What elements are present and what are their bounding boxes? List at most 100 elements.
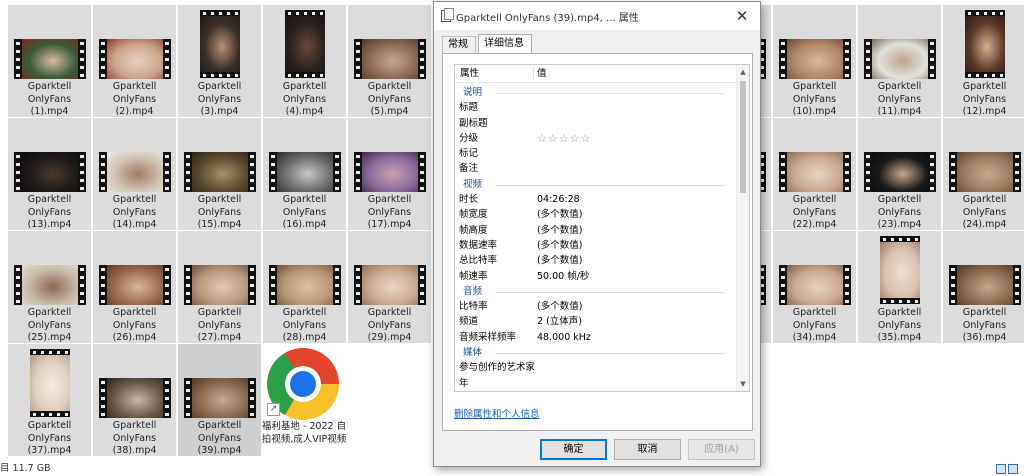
property-list[interactable]: 属性 值 说明标题副标题分级 ☆☆☆☆☆ 标记 备注 视频时长 04:26:28 帧宽度 (多… (454, 64, 750, 392)
file-tile[interactable]: Gparktell OnlyFans (10).mp4 (773, 5, 856, 117)
close-icon[interactable]: ✕ (732, 6, 752, 26)
file-tile[interactable]: Gparktell OnlyFans (26).mp4 (93, 231, 176, 343)
file-name: Gparktell OnlyFans (39).mp4 (197, 420, 242, 456)
property-row[interactable]: 频道 2 (立体声) (455, 314, 737, 329)
file-tile[interactable]: Gparktell OnlyFans (3).mp4 (178, 5, 261, 117)
file-tile[interactable]: Gparktell OnlyFans (22).mp4 (773, 118, 856, 230)
file-name: Gparktell OnlyFans (37).mp4 (27, 420, 72, 456)
ok-button[interactable]: 确定 (540, 439, 607, 460)
file-name: Gparktell OnlyFans (25).mp4 (27, 307, 72, 343)
shortcut-tile[interactable]: ↗ 福利基地 - 2022 自拍视频,成人VIP视频 (262, 345, 346, 457)
rating-stars-icon[interactable]: ☆☆☆☆☆ (537, 131, 591, 146)
property-value: 48.000 kHz (537, 331, 591, 343)
column-property[interactable]: 属性 (460, 65, 479, 82)
video-thumbnail (13, 152, 86, 192)
video-thumbnail (948, 265, 1021, 305)
file-tile[interactable]: Gparktell OnlyFans (29).mp4 (348, 231, 431, 343)
file-tile[interactable]: Gparktell OnlyFans (28).mp4 (263, 231, 346, 343)
details-view-icon[interactable] (996, 464, 1006, 474)
file-tile[interactable]: Gparktell OnlyFans (36).mp4 (943, 231, 1024, 343)
file-tile[interactable]: Gparktell OnlyFans (13).mp4 (8, 118, 91, 230)
dialog-titlebar[interactable]: Gparktell OnlyFans (39).mp4, ... 属性 ✕ (434, 2, 760, 30)
remove-properties-link[interactable]: 删除属性和个人信息 (454, 406, 540, 420)
file-tile[interactable]: Gparktell OnlyFans (4).mp4 (263, 5, 346, 117)
scroll-thumb[interactable] (740, 81, 746, 193)
apply-button[interactable]: 应用(A) (688, 439, 755, 460)
property-row[interactable]: 备注 (455, 161, 737, 176)
file-tile[interactable]: Gparktell OnlyFans (23).mp4 (858, 118, 941, 230)
thumbnail-view-icon[interactable] (1008, 464, 1018, 474)
file-tile[interactable]: Gparktell OnlyFans (12).mp4 (943, 5, 1024, 117)
property-row[interactable]: 音频采样频率 48.000 kHz (455, 330, 737, 345)
video-thumbnail (353, 39, 426, 79)
file-tile[interactable]: Gparktell OnlyFans (16).mp4 (263, 118, 346, 230)
file-tile[interactable]: Gparktell OnlyFans (17).mp4 (348, 118, 431, 230)
property-value: (多个数值) (537, 209, 583, 221)
property-row[interactable]: 分级 ☆☆☆☆☆ (455, 131, 737, 146)
property-value: 04:26:28 (537, 194, 580, 206)
property-key: 比特率 (459, 301, 488, 313)
property-row[interactable]: 帧高度 (多个数值) (455, 223, 737, 238)
property-list-header: 属性 值 (455, 65, 737, 83)
property-key: 副标题 (459, 117, 488, 129)
file-tile[interactable]: Gparktell OnlyFans (14).mp4 (93, 118, 176, 230)
explorer-window: Gparktell OnlyFans (1).mp4 Gparktell Only… (0, 0, 1024, 476)
video-thumbnail (268, 152, 341, 192)
file-tile[interactable]: Gparktell OnlyFans (27).mp4 (178, 231, 261, 343)
cancel-button[interactable]: 取消 (614, 439, 681, 460)
file-tile[interactable]: Gparktell OnlyFans (38).mp4 (93, 344, 176, 456)
property-row[interactable]: 时长 04:26:28 (455, 192, 737, 207)
video-thumbnail (879, 236, 920, 304)
files-icon (441, 8, 454, 22)
video-thumbnail (778, 39, 851, 79)
property-key: 流派 (459, 391, 478, 392)
video-thumbnail (863, 152, 936, 192)
file-tile[interactable]: Gparktell OnlyFans (34).mp4 (773, 231, 856, 343)
file-tile[interactable]: Gparktell OnlyFans (24).mp4 (943, 118, 1024, 230)
property-row[interactable]: 比特率 (多个数值) (455, 299, 737, 314)
file-name: Gparktell OnlyFans (1).mp4 (27, 81, 72, 117)
property-row[interactable]: 标记 (455, 146, 737, 161)
property-row[interactable]: 年 (455, 376, 737, 391)
file-name: Gparktell OnlyFans (13).mp4 (27, 194, 72, 230)
property-row[interactable]: 帧宽度 (多个数值) (455, 207, 737, 222)
column-value[interactable]: 值 (537, 65, 547, 82)
file-name: Gparktell OnlyFans (3).mp4 (197, 81, 242, 117)
property-row[interactable]: 副标题 (455, 116, 737, 131)
file-name: Gparktell OnlyFans (38).mp4 (112, 420, 157, 456)
view-toggle (994, 464, 1020, 474)
property-row[interactable]: 参与创作的艺术家 (455, 360, 737, 375)
property-key: 音频 (463, 285, 483, 297)
file-tile[interactable]: Gparktell OnlyFans (2).mp4 (93, 5, 176, 117)
tab-general[interactable]: 常规 (442, 36, 476, 53)
tab-details[interactable]: 详细信息 (478, 34, 532, 54)
file-tile[interactable]: Gparktell OnlyFans (35).mp4 (858, 231, 941, 343)
video-thumbnail (964, 10, 1005, 78)
file-tile[interactable]: Gparktell OnlyFans (5).mp4 (348, 5, 431, 117)
file-tile[interactable]: Gparktell OnlyFans (25).mp4 (8, 231, 91, 343)
scroll-up-icon[interactable]: ▲ (737, 66, 749, 78)
property-key: 说明 (463, 87, 483, 98)
file-name: Gparktell OnlyFans (14).mp4 (112, 194, 157, 230)
file-tile[interactable]: Gparktell OnlyFans (39).mp4 (178, 344, 261, 456)
property-value: 2 (立体声) (537, 316, 582, 328)
video-thumbnail (778, 265, 851, 305)
property-scrollbar[interactable]: ▲ ▼ (736, 65, 749, 391)
video-thumbnail (29, 349, 70, 417)
property-key: 时长 (459, 194, 479, 206)
file-tile[interactable]: Gparktell OnlyFans (11).mp4 (858, 5, 941, 117)
property-row[interactable]: 流派 (455, 391, 737, 392)
file-tile[interactable]: Gparktell OnlyFans (1).mp4 (8, 5, 91, 117)
property-row[interactable]: 数据速率 (多个数值) (455, 238, 737, 253)
property-group-header: 视频 (455, 177, 737, 192)
property-row[interactable]: 帧速率 50.00 帧/秒 (455, 269, 737, 284)
video-thumbnail (183, 152, 256, 192)
property-value: (多个数值) (537, 255, 583, 267)
file-tile[interactable]: Gparktell OnlyFans (15).mp4 (178, 118, 261, 230)
scroll-down-icon[interactable]: ▼ (737, 378, 749, 390)
property-rows: 说明 标题 副标题 分级 ☆☆☆☆☆ 标记 备注 视频 时长 04:26:28 帧宽度 (多个数值) 帧… (455, 85, 737, 392)
property-row[interactable]: 总比特率 (多个数值) (455, 253, 737, 268)
property-row[interactable]: 标题 (455, 100, 737, 115)
property-key: 总比特率 (459, 255, 498, 267)
file-tile[interactable]: Gparktell OnlyFans (37).mp4 (8, 344, 91, 456)
